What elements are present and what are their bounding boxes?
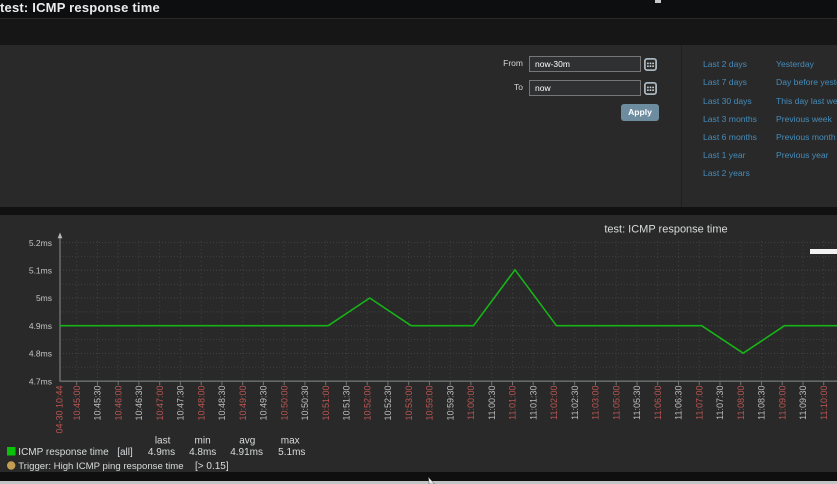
svg-text:5.1ms: 5.1ms bbox=[29, 266, 52, 276]
svg-text:10:45:30: 10:45:30 bbox=[93, 386, 103, 421]
svg-text:11:10:00: 11:10:00 bbox=[819, 386, 829, 420]
svg-text:10:49:30: 10:49:30 bbox=[259, 386, 269, 421]
svg-text:10:50:30: 10:50:30 bbox=[300, 386, 310, 421]
svg-text:11:00:30: 11:00:30 bbox=[487, 386, 497, 420]
svg-text:4.7ms: 4.7ms bbox=[29, 376, 52, 386]
svg-text:4.9ms: 4.9ms bbox=[148, 447, 175, 458]
svg-text:10:48:00: 10:48:00 bbox=[196, 386, 206, 421]
svg-text:10:59:00: 10:59:00 bbox=[425, 386, 435, 421]
svg-text:max: max bbox=[281, 436, 300, 447]
svg-text:10:51:30: 10:51:30 bbox=[342, 386, 352, 421]
svg-text:4.8ms: 4.8ms bbox=[189, 447, 216, 458]
svg-text:11:07:30: 11:07:30 bbox=[715, 386, 725, 420]
svg-text:avg: avg bbox=[239, 436, 255, 447]
svg-text:11:08:30: 11:08:30 bbox=[757, 386, 767, 420]
svg-text:11:08:00: 11:08:00 bbox=[736, 386, 746, 420]
svg-text:04-30 10:44: 04-30 10:44 bbox=[55, 386, 65, 434]
svg-text:10:47:00: 10:47:00 bbox=[155, 386, 165, 421]
svg-text:11:07:00: 11:07:00 bbox=[694, 386, 704, 420]
svg-text:11:06:30: 11:06:30 bbox=[674, 386, 684, 420]
svg-text:11:01:00: 11:01:00 bbox=[508, 386, 518, 420]
svg-text:10:52:30: 10:52:30 bbox=[383, 386, 393, 421]
svg-text:11:01:30: 11:01:30 bbox=[528, 386, 538, 420]
svg-text:11:02:00: 11:02:00 bbox=[549, 386, 559, 420]
svg-text:10:47:30: 10:47:30 bbox=[176, 386, 186, 421]
svg-text:5.2ms: 5.2ms bbox=[29, 238, 52, 248]
svg-text:4.9ms: 4.9ms bbox=[29, 321, 52, 331]
svg-text:10:49:00: 10:49:00 bbox=[238, 386, 248, 421]
svg-text:11:03:00: 11:03:00 bbox=[591, 386, 601, 420]
svg-text:5.1ms: 5.1ms bbox=[278, 447, 305, 458]
svg-text:11:05:30: 11:05:30 bbox=[632, 386, 642, 420]
svg-text:10:46:00: 10:46:00 bbox=[113, 386, 123, 421]
svg-text:Trigger: High ICMP ping respon: Trigger: High ICMP ping response time bbox=[18, 461, 183, 472]
svg-text:11:09:00: 11:09:00 bbox=[777, 386, 787, 420]
svg-text:5ms: 5ms bbox=[36, 293, 52, 303]
svg-text:min: min bbox=[195, 436, 211, 447]
svg-text:10:45:00: 10:45:00 bbox=[72, 386, 82, 421]
svg-text:ICMP response time: ICMP response time bbox=[18, 447, 109, 458]
svg-text:[all]: [all] bbox=[117, 447, 133, 458]
svg-text:10:53:00: 10:53:00 bbox=[404, 386, 414, 421]
svg-text:10:46:30: 10:46:30 bbox=[134, 386, 144, 421]
svg-text:4.91ms: 4.91ms bbox=[230, 447, 263, 458]
svg-text:11:06:00: 11:06:00 bbox=[653, 386, 663, 420]
svg-text:10:52:00: 10:52:00 bbox=[362, 386, 372, 421]
svg-text:test: ICMP response time: test: ICMP response time bbox=[604, 224, 727, 236]
svg-text:10:50:00: 10:50:00 bbox=[279, 386, 289, 421]
svg-text:11:02:30: 11:02:30 bbox=[570, 386, 580, 420]
svg-text:11:00:00: 11:00:00 bbox=[466, 386, 476, 420]
svg-text:4.8ms: 4.8ms bbox=[29, 349, 52, 359]
svg-text:11:05:00: 11:05:00 bbox=[611, 386, 621, 420]
svg-text:10:51:00: 10:51:00 bbox=[321, 386, 331, 421]
svg-text:10:48:30: 10:48:30 bbox=[217, 386, 227, 421]
svg-text:[> 0.15]: [> 0.15] bbox=[195, 461, 229, 472]
svg-text:10:59:30: 10:59:30 bbox=[445, 386, 455, 421]
svg-text:11:09:30: 11:09:30 bbox=[798, 386, 808, 420]
svg-text:last: last bbox=[155, 436, 171, 447]
